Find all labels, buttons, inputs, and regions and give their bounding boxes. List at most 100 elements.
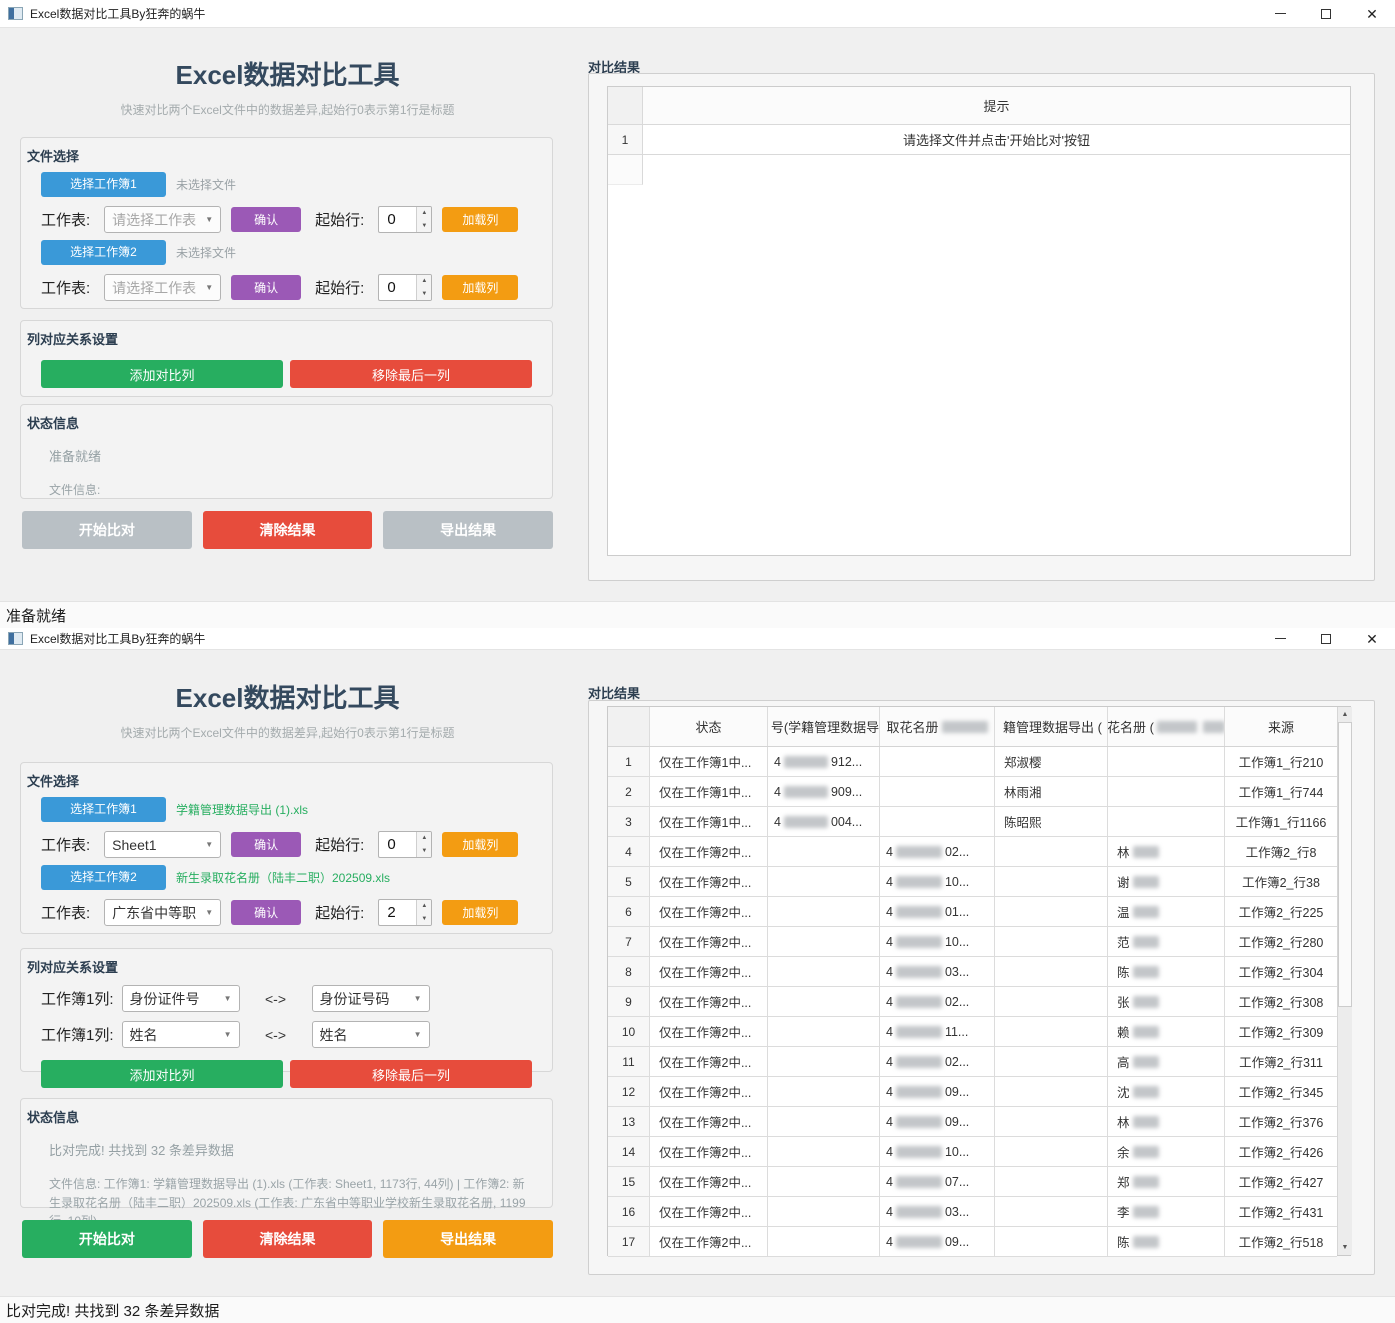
status-cell: 仅在工作簿2中... [650, 1047, 768, 1076]
file-selection-group: 文件选择 选择工作簿1 未选择文件 工作表: 请选择工作表 ▼ 确认 起始行: … [20, 137, 553, 309]
start-row2-stepper[interactable]: 2 ▲ ▼ [378, 899, 432, 926]
start-row1-stepper[interactable]: 0 ▲ ▼ [378, 206, 432, 233]
table-row[interactable]: 9仅在工作簿2中...402...张工作簿2_行308 [608, 987, 1337, 1017]
map-right-select-2[interactable]: 姓名 ▼ [312, 1021, 430, 1048]
spinner-down-icon[interactable]: ▼ [417, 288, 431, 301]
start-row1-stepper[interactable]: 0 ▲ ▼ [378, 831, 432, 858]
table-row[interactable]: 14仅在工作簿2中...410...余工作簿2_行426 [608, 1137, 1337, 1167]
table-row[interactable]: 15仅在工作簿2中...407...郑工作簿2_行427 [608, 1167, 1337, 1197]
table-row[interactable]: 3仅在工作簿1中...4004...陈昭熙工作簿1_行1166 [608, 807, 1337, 837]
id-workbook1-cell [768, 897, 880, 926]
id-workbook1-cell [768, 1167, 880, 1196]
spinner-up-icon[interactable]: ▲ [417, 832, 431, 845]
table-row[interactable]: 5仅在工作簿2中...410...谢工作簿2_行38 [608, 867, 1337, 897]
group-label: 列对应关系设置 [27, 957, 532, 976]
name-workbook2-cell [1108, 747, 1225, 776]
vertical-scrollbar[interactable]: ▲ ▼ [1337, 707, 1352, 1255]
spinner-down-icon[interactable]: ▼ [417, 845, 431, 858]
window-initial-state: Excel数据对比工具By狂奔的蜗牛 ✕ Excel数据对比工具 快速对比两个E… [0, 0, 1395, 628]
close-button[interactable]: ✕ [1349, 3, 1395, 25]
table-row[interactable]: 7仅在工作簿2中...410...范工作簿2_行280 [608, 927, 1337, 957]
map-right-select-1[interactable]: 身份证号码 ▼ [312, 985, 430, 1012]
scroll-up-icon[interactable]: ▲ [1338, 707, 1352, 722]
spinner-up-icon[interactable]: ▲ [417, 900, 431, 913]
confirm-sheet1-button[interactable]: 确认 [231, 832, 301, 857]
close-button[interactable]: ✕ [1349, 628, 1395, 650]
id-workbook2-cell [880, 747, 995, 776]
redacted-text [1133, 1056, 1159, 1068]
confirm-sheet1-button[interactable]: 确认 [231, 207, 301, 232]
titlebar[interactable]: Excel数据对比工具By狂奔的蜗牛 ✕ [0, 0, 1395, 28]
table-row[interactable]: 12仅在工作簿2中...409...沈工作簿2_行345 [608, 1077, 1337, 1107]
map-left-select-1[interactable]: 身份证件号 ▼ [122, 985, 240, 1012]
id-workbook2-cell: 401... [880, 897, 995, 926]
row-number: 1 [608, 747, 650, 776]
maximize-button[interactable] [1303, 3, 1349, 25]
chevron-down-icon: ▼ [205, 215, 213, 224]
export-results-button[interactable]: 导出结果 [383, 1220, 553, 1258]
spinner-up-icon[interactable]: ▲ [417, 275, 431, 288]
load-columns1-button[interactable]: 加载列 [442, 207, 518, 232]
name-workbook1-cell [995, 1137, 1108, 1166]
redacted-text [1133, 846, 1159, 858]
remove-last-column-button[interactable]: 移除最后一列 [290, 1060, 532, 1088]
confirm-sheet2-button[interactable]: 确认 [231, 275, 301, 300]
map-left-select-2[interactable]: 姓名 ▼ [122, 1021, 240, 1048]
name-workbook2-cell: 李 [1108, 1197, 1225, 1226]
id-workbook2-cell: 402... [880, 987, 995, 1016]
spinner-down-icon[interactable]: ▼ [417, 220, 431, 233]
table-row[interactable]: 2仅在工作簿1中...4909...林雨湘工作簿1_行744 [608, 777, 1337, 807]
group-label: 列对应关系设置 [27, 329, 532, 348]
row-number: 3 [608, 807, 650, 836]
minimize-button[interactable] [1257, 3, 1303, 25]
row-number: 4 [608, 837, 650, 866]
name-workbook2-cell: 林 [1108, 837, 1225, 866]
sheet1-select[interactable]: 请选择工作表 ▼ [104, 206, 221, 233]
sheet1-select[interactable]: Sheet1 ▼ [104, 831, 221, 858]
remove-last-column-button[interactable]: 移除最后一列 [290, 360, 532, 388]
table-row[interactable]: 6仅在工作簿2中...401...温工作簿2_行225 [608, 897, 1337, 927]
add-compare-column-button[interactable]: 添加对比列 [41, 1060, 283, 1088]
table-row[interactable]: 1 请选择文件并点击'开始比对'按钮 [608, 125, 1350, 155]
start-row2-stepper[interactable]: 0 ▲ ▼ [378, 274, 432, 301]
minimize-button[interactable] [1257, 628, 1303, 650]
clear-results-button[interactable]: 清除结果 [203, 1220, 373, 1258]
spinner-down-icon[interactable]: ▼ [417, 913, 431, 926]
source-cell: 工作簿2_行309 [1225, 1017, 1337, 1046]
scrollbar-thumb[interactable] [1338, 722, 1352, 1007]
redacted-text [1133, 1116, 1159, 1128]
select-workbook2-button[interactable]: 选择工作簿2 [41, 240, 166, 265]
load-columns1-button[interactable]: 加载列 [442, 832, 518, 857]
table-row[interactable]: 10仅在工作簿2中...411...赖工作簿2_行309 [608, 1017, 1337, 1047]
table-row[interactable]: 4仅在工作簿2中...402...林工作簿2_行8 [608, 837, 1337, 867]
clear-results-button[interactable]: 清除结果 [203, 511, 373, 549]
table-row[interactable]: 8仅在工作簿2中...403...陈工作簿2_行304 [608, 957, 1337, 987]
scroll-down-icon[interactable]: ▼ [1338, 1240, 1352, 1255]
table-row[interactable]: 1仅在工作簿1中...4912...郑淑樱工作簿1_行210 [608, 747, 1337, 777]
spinner-up-icon[interactable]: ▲ [417, 207, 431, 220]
table-row[interactable]: 17仅在工作簿2中...409...陈工作簿2_行518 [608, 1227, 1337, 1257]
titlebar[interactable]: Excel数据对比工具By狂奔的蜗牛 ✕ [0, 628, 1395, 650]
table-row[interactable]: 13仅在工作簿2中...409...林工作簿2_行376 [608, 1107, 1337, 1137]
chevron-down-icon: ▼ [414, 994, 422, 1003]
table-row[interactable]: 11仅在工作簿2中...402...高工作簿2_行311 [608, 1047, 1337, 1077]
results-column-header: 号(学籍管理数据导 [768, 707, 880, 746]
confirm-sheet2-button[interactable]: 确认 [231, 900, 301, 925]
table-row[interactable]: 16仅在工作簿2中...403...李工作簿2_行431 [608, 1197, 1337, 1227]
start-compare-button[interactable]: 开始比对 [22, 511, 192, 549]
export-results-button[interactable]: 导出结果 [383, 511, 553, 549]
sheet2-select[interactable]: 请选择工作表 ▼ [104, 274, 221, 301]
source-cell: 工作簿2_行225 [1225, 897, 1337, 926]
select-workbook2-button[interactable]: 选择工作簿2 [41, 865, 166, 890]
maximize-button[interactable] [1303, 628, 1349, 650]
start-compare-button[interactable]: 开始比对 [22, 1220, 192, 1258]
name-workbook2-cell: 范 [1108, 927, 1225, 956]
results-header-row: 提示 [608, 87, 1350, 125]
load-columns2-button[interactable]: 加载列 [442, 275, 518, 300]
load-columns2-button[interactable]: 加载列 [442, 900, 518, 925]
select-workbook1-button[interactable]: 选择工作簿1 [41, 797, 166, 822]
id-workbook1-cell [768, 1227, 880, 1256]
select-workbook1-button[interactable]: 选择工作簿1 [41, 172, 166, 197]
sheet2-select[interactable]: 广东省中等职 ▼ [104, 899, 221, 926]
add-compare-column-button[interactable]: 添加对比列 [41, 360, 283, 388]
